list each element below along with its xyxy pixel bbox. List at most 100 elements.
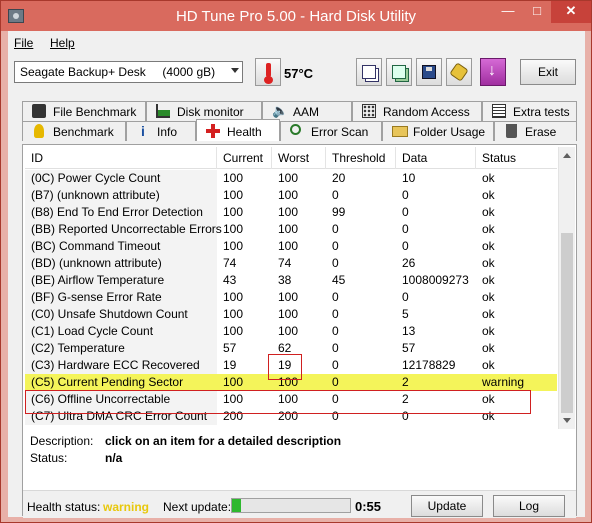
cell-threshold: 0 <box>332 222 339 236</box>
scroll-thumb[interactable] <box>561 233 573 413</box>
cell-worst: 100 <box>278 188 299 202</box>
column-header-worst[interactable]: Worst <box>272 147 326 169</box>
column-header-status[interactable]: Status <box>476 147 557 169</box>
smart-attribute-table: ID Current Worst Threshold Data Status (… <box>25 147 557 429</box>
column-header-id[interactable]: ID <box>25 147 217 169</box>
cell-status: ok <box>482 324 495 338</box>
health-status-label: Health status: <box>27 500 101 514</box>
cell-status: warning <box>482 375 525 389</box>
tab-error-scan[interactable]: Error Scan <box>280 121 382 141</box>
table-row[interactable]: (BE) Airflow Temperature 43 38 45 1008009273… <box>25 272 557 289</box>
tab-extra-tests[interactable]: Extra tests <box>482 101 577 121</box>
log-button[interactable]: Log <box>493 495 565 517</box>
tools-icon <box>449 62 469 82</box>
cell-status: ok <box>482 341 495 355</box>
save-button[interactable] <box>416 58 442 86</box>
tab-health[interactable]: Health <box>196 119 280 141</box>
copy-all-icon <box>392 65 406 79</box>
cell-id: (BF) G-sense Error Rate <box>25 289 217 306</box>
table-row[interactable]: (BD) (unknown attribute) 74 74 0 26 ok <box>25 255 557 272</box>
down-arrow-icon: ↓ <box>488 62 496 79</box>
cell-current: 74 <box>223 256 237 270</box>
cell-threshold: 0 <box>332 341 339 355</box>
cell-current: 100 <box>223 239 244 253</box>
column-header-current[interactable]: Current <box>217 147 272 169</box>
cell-status: ok <box>482 358 495 372</box>
download-button[interactable]: ↓ <box>480 58 506 86</box>
scroll-down-icon[interactable] <box>563 418 571 423</box>
tab-random-access[interactable]: Random Access <box>352 101 482 121</box>
table-row[interactable]: (C0) Unsafe Shutdown Count 100 100 0 5 ok <box>25 306 557 323</box>
table-row[interactable]: (B7) (unknown attribute) 100 100 0 0 ok <box>25 187 557 204</box>
table-row[interactable]: (0C) Power Cycle Count 100 100 20 10 ok <box>25 170 557 187</box>
menu-help[interactable]: Help <box>50 36 75 50</box>
update-countdown: 0:55 <box>355 499 382 514</box>
menu-file[interactable]: File <box>14 36 33 50</box>
description-value: click on an item for a detailed descript… <box>105 434 342 448</box>
tab-erase[interactable]: Erase <box>494 121 577 141</box>
drive-select-value: Seagate Backup+ Desk (4000 gB) <box>20 65 216 79</box>
table-row[interactable]: (BF) G-sense Error Rate 100 100 0 0 ok <box>25 289 557 306</box>
cell-current: 57 <box>223 341 237 355</box>
tab-folder-usage[interactable]: Folder Usage <box>382 121 494 141</box>
cell-worst: 74 <box>278 256 292 270</box>
copy-all-button[interactable] <box>386 58 412 86</box>
table-row[interactable]: (B8) End To End Error Detection 100 100 99 0… <box>25 204 557 221</box>
tab-file-benchmark[interactable]: File Benchmark <box>22 101 146 121</box>
tab-disk-monitor[interactable]: Disk monitor <box>146 101 262 121</box>
temperature-button[interactable] <box>255 58 281 86</box>
cell-current: 100 <box>223 324 244 338</box>
cell-threshold: 0 <box>332 375 339 389</box>
cell-current: 100 <box>223 307 244 321</box>
column-header-threshold[interactable]: Threshold <box>326 147 396 169</box>
table-row[interactable]: (BC) Command Timeout 100 100 0 0 ok <box>25 238 557 255</box>
title-bar[interactable]: HD Tune Pro 5.00 - Hard Disk Utility — □… <box>1 1 591 31</box>
cell-current: 100 <box>223 290 244 304</box>
cell-id: (0C) Power Cycle Count <box>25 170 217 187</box>
cell-threshold: 45 <box>332 273 346 287</box>
cell-threshold: 0 <box>332 324 339 338</box>
update-progress-bar <box>231 498 351 513</box>
cell-threshold: 99 <box>332 205 346 219</box>
update-button[interactable]: Update <box>411 495 483 517</box>
health-panel: ID Current Worst Threshold Data Status (… <box>22 144 577 518</box>
cell-id: (B8) End To End Error Detection <box>25 204 217 221</box>
scroll-up-icon[interactable] <box>563 153 571 158</box>
cell-id: (C3) Hardware ECC Recovered <box>25 357 217 374</box>
health-cross-icon <box>206 124 220 138</box>
cell-worst: 100 <box>278 324 299 338</box>
cell-worst: 100 <box>278 239 299 253</box>
close-icon[interactable]: ✕ <box>551 1 591 23</box>
column-header-data[interactable]: Data <box>396 147 476 169</box>
description-label: Description: <box>30 434 94 448</box>
cell-data: 10 <box>402 171 416 185</box>
minimize-icon[interactable]: — <box>493 1 523 23</box>
benchmark-icon <box>34 124 44 138</box>
options-button[interactable] <box>446 58 472 86</box>
status-value: n/a <box>105 451 123 465</box>
tab-info[interactable]: i Info <box>126 121 196 141</box>
cell-threshold: 0 <box>332 290 339 304</box>
drive-select[interactable]: Seagate Backup+ Desk (4000 gB) <box>14 61 243 83</box>
cell-worst: 38 <box>278 273 292 287</box>
cell-id: (BC) Command Timeout <box>25 238 217 255</box>
update-progress-fill <box>232 499 241 512</box>
chevron-down-icon <box>231 68 239 73</box>
table-row[interactable]: (BB) Reported Uncorrectable Errors 100 100… <box>25 221 557 238</box>
cell-data: 0 <box>402 188 409 202</box>
tab-benchmark[interactable]: Benchmark <box>22 121 126 141</box>
cell-data: 5 <box>402 307 409 321</box>
tab-aam[interactable]: 🔈 AAM <box>262 101 352 121</box>
exit-button[interactable]: Exit <box>520 59 576 85</box>
cell-data: 12178829 <box>402 358 456 372</box>
cell-worst: 100 <box>278 205 299 219</box>
vertical-scrollbar[interactable] <box>558 147 575 429</box>
file-benchmark-icon <box>32 104 46 118</box>
cell-status: ok <box>482 256 495 270</box>
copy-info-button[interactable] <box>356 58 382 86</box>
table-row[interactable]: (C1) Load Cycle Count 100 100 0 13 ok <box>25 323 557 340</box>
maximize-icon[interactable]: □ <box>523 1 551 23</box>
trash-icon <box>506 124 517 138</box>
cell-data: 0 <box>402 222 409 236</box>
disk-monitor-icon <box>156 104 170 118</box>
